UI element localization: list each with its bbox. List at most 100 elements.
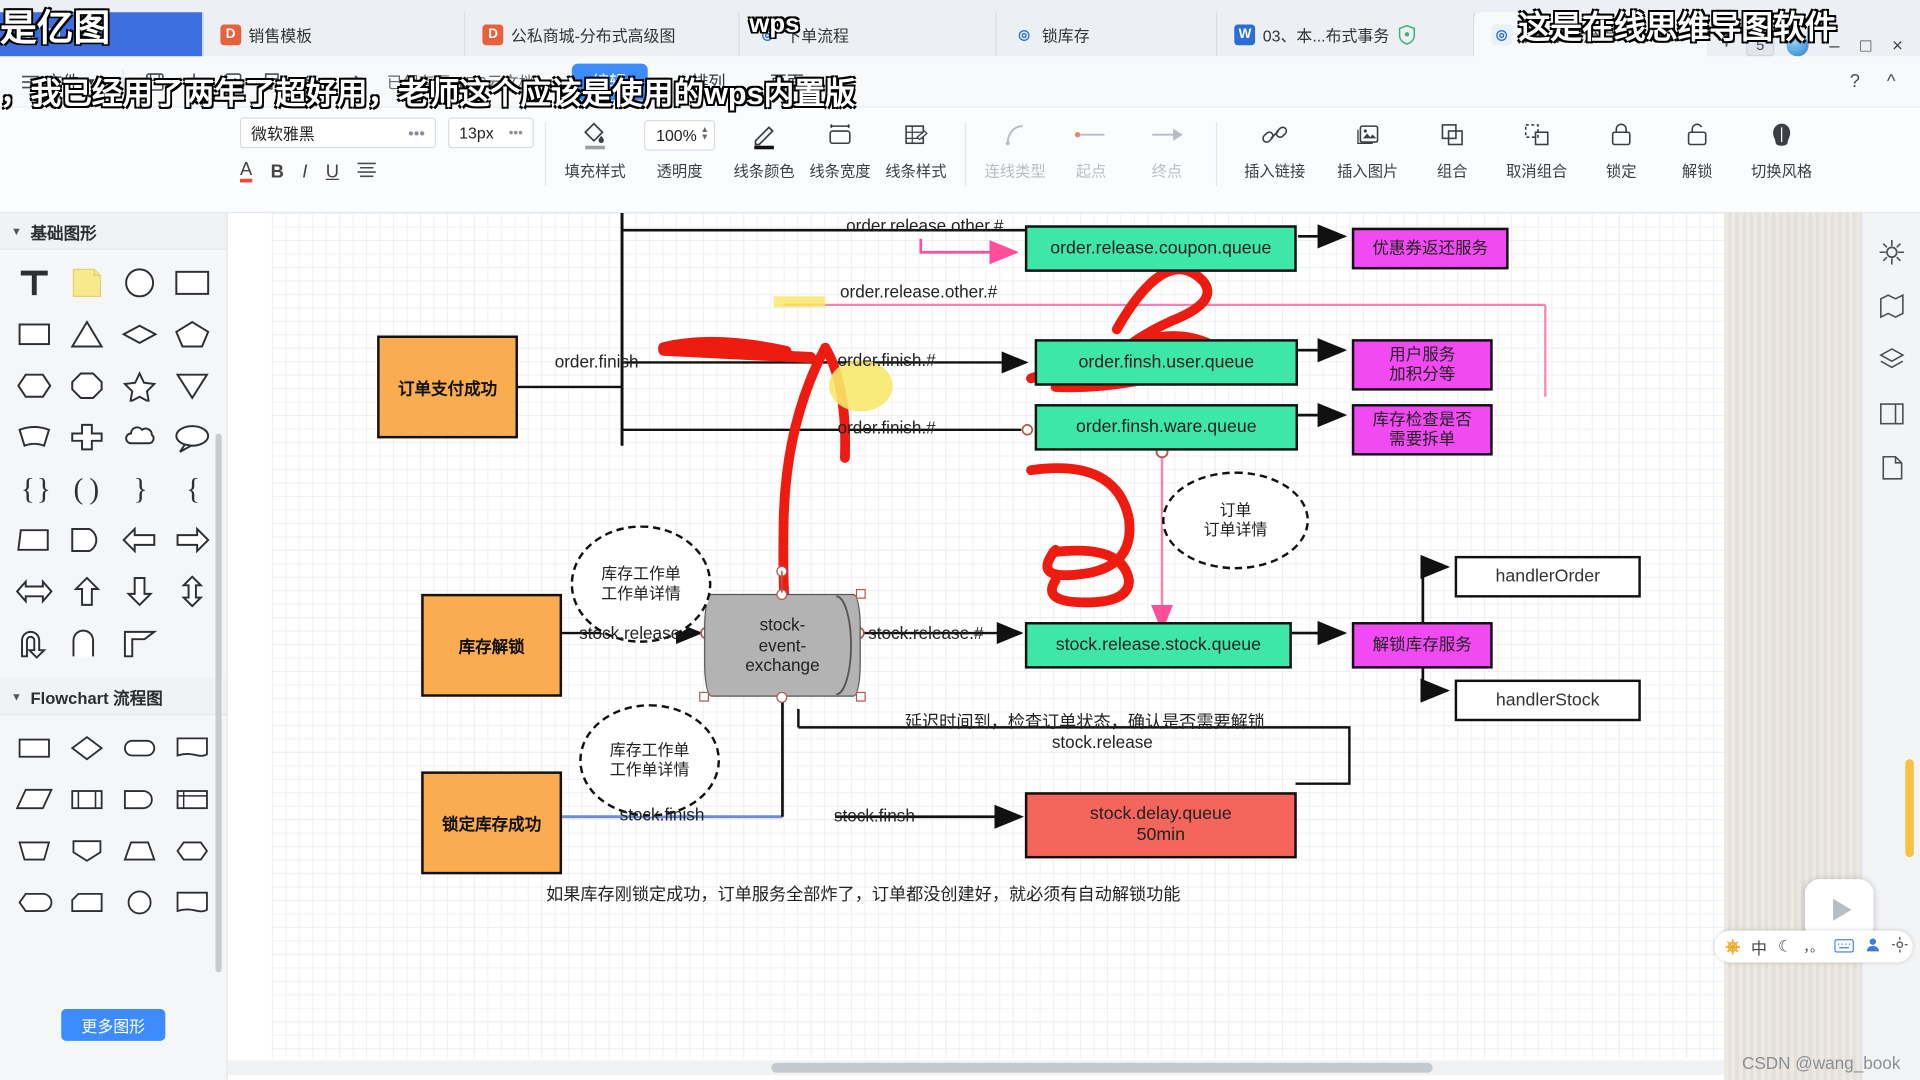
node-order-pay-success[interactable]: 订单支付成功 bbox=[377, 335, 518, 439]
node-handler-stock[interactable]: handlerStock bbox=[1454, 679, 1641, 722]
circle-stock-workorder-2[interactable]: 库存工作单 工作单详情 bbox=[579, 704, 721, 817]
shape-trapezoid-icon[interactable] bbox=[7, 514, 60, 565]
node-service-unlock-stock[interactable]: 解锁库存服务 bbox=[1351, 622, 1493, 669]
selection-handle[interactable] bbox=[776, 691, 788, 703]
fc-predefined-icon[interactable] bbox=[60, 774, 113, 825]
canvas-grid[interactable]: 订单支付成功 库存解锁 锁定库存成功 order.release.coupon.… bbox=[271, 213, 1725, 1058]
shape-diamond-icon[interactable] bbox=[113, 309, 166, 360]
save-icon[interactable] bbox=[139, 66, 171, 98]
punctuation-icon[interactable]: ，。 bbox=[1803, 937, 1823, 957]
chevron-up-icon[interactable]: ^ bbox=[1887, 71, 1896, 92]
help-icon[interactable]: ? bbox=[1850, 71, 1860, 92]
font-color-icon[interactable]: A bbox=[240, 160, 253, 183]
selection-handle[interactable] bbox=[776, 588, 788, 601]
tab-count-badge[interactable]: 5 bbox=[1746, 34, 1775, 57]
font-family-select[interactable]: 微软雅黑 ••• bbox=[240, 117, 436, 149]
tab-item-0[interactable]: 图 图 bbox=[0, 12, 204, 57]
shape-arrow-left-icon[interactable] bbox=[113, 514, 166, 565]
shape-text-icon[interactable] bbox=[7, 257, 60, 308]
globe-icon[interactable] bbox=[1786, 34, 1809, 57]
shape-octagon-icon[interactable] bbox=[60, 360, 113, 411]
maximize-button[interactable]: □ bbox=[1860, 35, 1871, 56]
node-stock-event-exchange[interactable]: stock- event- exchange bbox=[704, 593, 861, 697]
layers-icon[interactable] bbox=[1874, 343, 1908, 377]
node-queue-release-stock[interactable]: stock.release.stock.queue bbox=[1024, 622, 1292, 669]
italic-icon[interactable]: I bbox=[302, 161, 307, 182]
node-handler-order[interactable]: handlerOrder bbox=[1454, 555, 1641, 598]
shape-cross-icon[interactable] bbox=[60, 411, 113, 462]
tool-unlock[interactable]: 解锁 bbox=[1659, 118, 1735, 182]
fc-offpage-icon[interactable] bbox=[60, 825, 113, 876]
fc-document2-icon[interactable] bbox=[165, 877, 218, 928]
new-tab-button[interactable]: + bbox=[1707, 27, 1747, 56]
more-shapes-button[interactable]: 更多图形 bbox=[61, 1008, 166, 1041]
shape-uturn-icon[interactable] bbox=[7, 617, 60, 668]
tool-ungroup[interactable]: 取消组合 bbox=[1490, 118, 1583, 182]
window-close-button[interactable]: × bbox=[1892, 35, 1903, 56]
tool-line-color[interactable]: 线条颜色 bbox=[726, 118, 802, 182]
align-icon[interactable] bbox=[357, 161, 376, 182]
shape-arrow-right-icon[interactable] bbox=[165, 514, 218, 565]
fc-display-icon[interactable] bbox=[7, 877, 60, 928]
ime-mode-label[interactable]: 中 bbox=[1751, 935, 1767, 958]
tool-insert-image[interactable]: 插入图片 bbox=[1321, 118, 1414, 182]
download-icon[interactable] bbox=[179, 66, 211, 98]
tool-opacity[interactable]: 100% ▲ ▼ 透明度 bbox=[633, 118, 726, 182]
redo-icon[interactable] bbox=[335, 66, 367, 98]
tool-line-style[interactable]: 线条样式 bbox=[878, 118, 954, 182]
fc-parallelogram2-icon[interactable] bbox=[113, 825, 166, 876]
close-icon[interactable]: × bbox=[1679, 24, 1690, 45]
selection-handle[interactable] bbox=[855, 588, 866, 599]
bold-icon[interactable]: B bbox=[271, 161, 284, 182]
font-size-select[interactable]: 13px ••• bbox=[448, 117, 534, 149]
fc-delay-icon[interactable] bbox=[113, 774, 166, 825]
shape-section-flowchart[interactable]: ▼ Flowchart 流程图 bbox=[0, 678, 227, 716]
settings-icon[interactable] bbox=[1892, 936, 1908, 957]
tool-start-point[interactable]: 起点 bbox=[1053, 118, 1129, 182]
shape-cloud-icon[interactable] bbox=[113, 411, 166, 462]
node-lock-stock-success[interactable]: 锁定库存成功 bbox=[421, 771, 563, 875]
tab-item-4[interactable]: ◎ 锁库存 bbox=[997, 12, 1218, 57]
tool-line-width[interactable]: 线条宽度 bbox=[802, 118, 878, 182]
tool-insert-link[interactable]: 插入链接 bbox=[1228, 118, 1321, 182]
fc-circle-icon[interactable] bbox=[113, 877, 166, 928]
horizontal-scrollbar-thumb[interactable] bbox=[771, 1062, 1433, 1073]
node-queue-finsh-ware[interactable]: order.finsh.ware.queue bbox=[1034, 404, 1298, 451]
shape-note-icon[interactable] bbox=[60, 257, 113, 308]
shape-star-icon[interactable] bbox=[113, 360, 166, 411]
shape-arrow-leftright-icon[interactable] bbox=[7, 566, 60, 617]
fc-process-icon[interactable] bbox=[7, 722, 60, 773]
fc-terminator-icon[interactable] bbox=[113, 722, 166, 773]
shape-callout-icon[interactable] bbox=[165, 411, 218, 462]
fc-data-icon[interactable] bbox=[7, 774, 60, 825]
fc-prep-icon[interactable] bbox=[165, 825, 218, 876]
ime-logo-icon[interactable]: ⎈ bbox=[1725, 936, 1740, 957]
opacity-input[interactable]: 100% ▲ ▼ bbox=[644, 119, 716, 151]
shape-arrow-down-icon[interactable] bbox=[113, 566, 166, 617]
node-service-user[interactable]: 用户服务 加积分等 bbox=[1351, 339, 1493, 391]
map-icon[interactable] bbox=[1874, 289, 1908, 323]
tab-item-2[interactable]: D 公私商城-分布式高级图 bbox=[466, 12, 740, 57]
tool-end-point[interactable]: 终点 bbox=[1129, 118, 1205, 182]
shape-arrow-updown-icon[interactable] bbox=[165, 566, 218, 617]
fc-manualop-icon[interactable] bbox=[7, 825, 60, 876]
shape-section-basic[interactable]: ▼ 基础图形 bbox=[0, 213, 227, 250]
node-queue-finsh-user[interactable]: order.finsh.user.queue bbox=[1034, 339, 1298, 386]
tab-item-1[interactable]: D 销售模板 bbox=[203, 12, 466, 57]
minimize-button[interactable]: – bbox=[1829, 35, 1839, 56]
node-queue-release-coupon[interactable]: order.release.coupon.queue bbox=[1024, 225, 1297, 272]
tool-fill-style[interactable]: 填充样式 bbox=[557, 118, 633, 182]
node-stock-unlock[interactable]: 库存解锁 bbox=[421, 593, 563, 697]
rotation-handle[interactable] bbox=[776, 565, 788, 577]
tab-page[interactable]: 页面 bbox=[770, 69, 804, 93]
selection-handle[interactable] bbox=[855, 691, 866, 702]
fc-decision-icon[interactable] bbox=[60, 722, 113, 773]
fc-document-icon[interactable] bbox=[165, 722, 218, 773]
shape-brace-left-icon[interactable]: {} bbox=[7, 463, 60, 514]
vertical-scrollbar-thumb[interactable] bbox=[1905, 759, 1914, 858]
file-menu[interactable]: 文件 ▼ bbox=[12, 63, 106, 100]
tab-item-3[interactable]: ◎ 下单流程 bbox=[740, 12, 997, 57]
moon-icon[interactable]: ☾ bbox=[1778, 937, 1792, 957]
page-icon[interactable] bbox=[1874, 451, 1908, 485]
shape-elbow-icon[interactable] bbox=[113, 617, 166, 668]
